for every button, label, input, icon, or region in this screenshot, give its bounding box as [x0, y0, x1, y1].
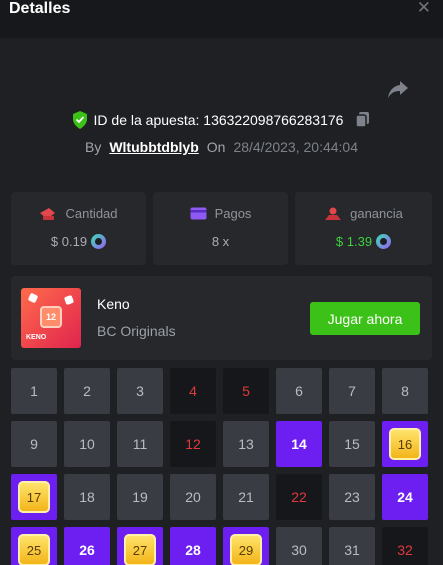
bet-date: 28/4/2023, 20:44:04 — [233, 139, 358, 155]
keno-cell-31: 31 — [329, 527, 375, 565]
copy-icon[interactable] — [355, 111, 371, 129]
gem-icon: 17 — [18, 481, 50, 513]
keno-cell-5: 5 — [223, 368, 269, 414]
keno-ball-icon: 12 — [40, 306, 62, 328]
keno-cell-6: 6 — [276, 368, 322, 414]
coin-icon — [376, 234, 392, 249]
keno-cell-30: 30 — [276, 527, 322, 565]
game-card: 12 KENO Keno BC Originals Jugar ahora — [11, 276, 432, 360]
card-icon — [190, 207, 207, 220]
keno-cell-4: 4 — [170, 368, 216, 414]
modal-header: Detalles ✕ — [0, 0, 443, 38]
keno-cell-3: 3 — [117, 368, 163, 414]
bet-id-row: ID de la apuesta: 136322098766283176 — [0, 109, 443, 131]
keno-cell-7: 7 — [329, 368, 375, 414]
keno-cell-23: 23 — [329, 474, 375, 520]
game-thumbnail[interactable]: 12 KENO — [21, 288, 81, 348]
keno-cell-27: 27 — [117, 527, 163, 565]
thumb-label: KENO — [26, 334, 47, 341]
keno-cell-22: 22 — [276, 474, 322, 520]
on-label: On — [206, 139, 226, 155]
keno-cell-24: 24 — [382, 474, 428, 520]
game-name: Keno — [97, 296, 130, 312]
keno-cell-13: 13 — [223, 421, 269, 467]
share-icon[interactable] — [386, 78, 410, 100]
play-now-button[interactable]: Jugar ahora — [310, 302, 420, 335]
stat-label: ganancia — [350, 206, 403, 221]
profit-icon — [325, 207, 342, 220]
keno-cell-21: 21 — [223, 474, 269, 520]
keno-cell-12: 12 — [170, 421, 216, 467]
keno-cell-25: 25 — [11, 527, 57, 565]
bet-meta-row: By Wltubbtdblyb On 28/4/2023, 20:44:04 — [0, 137, 443, 157]
keno-cell-15: 15 — [329, 421, 375, 467]
keno-cell-29: 29 — [223, 527, 269, 565]
keno-cell-32: 32 — [382, 527, 428, 565]
stat-value: $ 1.39 — [335, 234, 373, 249]
dice-icon — [27, 292, 39, 304]
keno-cell-28: 28 — [170, 527, 216, 565]
username-link[interactable]: Wltubbtdblyb — [109, 139, 198, 155]
stat-payout: Pagos 8 x — [153, 192, 288, 265]
coin-icon — [91, 234, 107, 249]
by-label: By — [84, 139, 102, 155]
keno-cell-17: 17 — [11, 474, 57, 520]
stat-label: Pagos — [214, 206, 252, 221]
stat-profit: ganancia $ 1.39 — [295, 192, 432, 265]
modal-title: Detalles — [9, 0, 71, 17]
stat-value: 8 x — [211, 234, 230, 249]
game-provider: BC Originals — [97, 323, 176, 339]
keno-cell-8: 8 — [382, 368, 428, 414]
keno-cell-26: 26 — [64, 527, 110, 565]
keno-cell-2: 2 — [64, 368, 110, 414]
gem-icon: 29 — [230, 534, 262, 565]
gem-icon: 27 — [124, 534, 156, 565]
keno-cell-10: 10 — [64, 421, 110, 467]
keno-cell-9: 9 — [11, 421, 57, 467]
keno-cell-11: 11 — [117, 421, 163, 467]
money-icon — [40, 207, 56, 220]
bet-id-text: ID de la apuesta: 136322098766283176 — [93, 112, 344, 128]
dice-icon — [63, 294, 75, 306]
keno-cell-18: 18 — [64, 474, 110, 520]
keno-cell-1: 1 — [11, 368, 57, 414]
keno-cell-14: 14 — [276, 421, 322, 467]
stat-amount: Cantidad $ 0.19 — [11, 192, 146, 265]
gem-icon: 16 — [389, 428, 421, 460]
keno-cell-20: 20 — [170, 474, 216, 520]
stat-value: $ 0.19 — [50, 234, 88, 249]
close-icon[interactable]: ✕ — [417, 0, 431, 16]
shield-check-icon — [72, 111, 87, 129]
stat-label: Cantidad — [65, 206, 118, 221]
keno-cell-16: 16 — [382, 421, 428, 467]
gem-icon: 25 — [18, 534, 50, 565]
keno-cell-19: 19 — [117, 474, 163, 520]
